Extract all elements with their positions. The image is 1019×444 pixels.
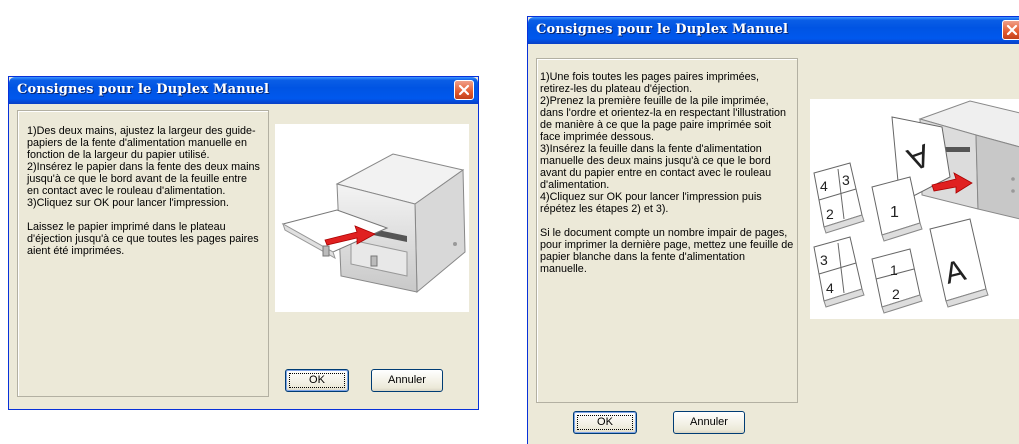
instructions-panel: 1)Une fois toutes les pages paires impri…	[536, 58, 798, 403]
ok-button[interactable]: OK	[573, 411, 637, 434]
page-label: 3	[820, 252, 828, 268]
page-label: 4	[820, 178, 828, 194]
dialog-duplex-right: Consignes pour le Duplex Manuel 1)Une fo…	[527, 16, 1019, 444]
close-button[interactable]	[1002, 20, 1019, 40]
window-title: Consignes pour le Duplex Manuel	[536, 22, 789, 37]
title-bar[interactable]: Consignes pour le Duplex Manuel	[528, 17, 1019, 44]
close-button[interactable]	[454, 80, 474, 100]
dialog-duplex-left: Consignes pour le Duplex Manuel 1)Des de…	[8, 76, 479, 410]
title-bar[interactable]: Consignes pour le Duplex Manuel	[9, 77, 478, 104]
cancel-button-label: Annuler	[388, 374, 426, 386]
instructions-panel: 1)Des deux mains, ajustez la largeur des…	[17, 110, 269, 397]
page-label: 4	[826, 280, 834, 296]
duplex-illustration: A 4 3 2 1 3 4 1 2 A	[810, 99, 1019, 319]
close-icon	[458, 84, 470, 96]
printer-illustration	[275, 124, 469, 312]
cancel-button-label: Annuler	[690, 416, 728, 428]
instructions-text: 1)Des deux mains, ajustez la largeur des…	[27, 125, 260, 257]
page-label: 2	[826, 206, 834, 222]
page-label: 1	[890, 262, 898, 278]
focus-rect	[577, 415, 633, 430]
page-label: 1	[890, 204, 899, 221]
focus-rect	[289, 373, 345, 388]
ok-button[interactable]: OK	[285, 369, 349, 392]
page-label: 3	[842, 172, 850, 188]
page-label: 2	[892, 286, 900, 302]
cancel-button[interactable]: Annuler	[673, 411, 745, 434]
window-title: Consignes pour le Duplex Manuel	[17, 82, 270, 97]
close-icon	[1006, 24, 1018, 36]
cancel-button[interactable]: Annuler	[371, 369, 443, 392]
instructions-text: 1)Une fois toutes les pages paires impri…	[540, 71, 794, 275]
